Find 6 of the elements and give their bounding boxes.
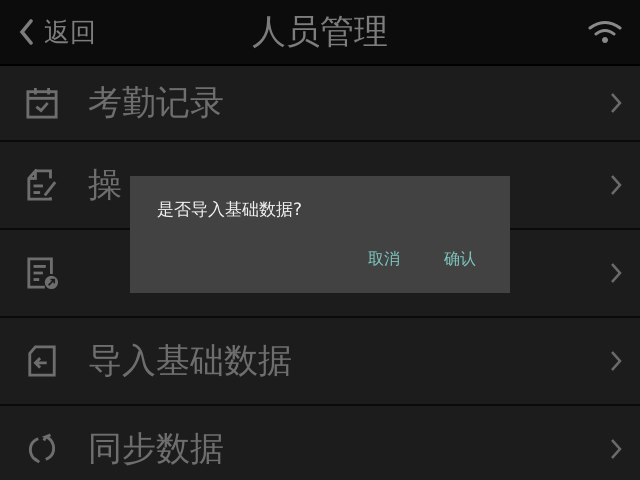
menu-item-label: 同步数据 (88, 428, 224, 471)
menu-item-label: 导入基础数据 (88, 340, 292, 383)
page-title: 人员管理 (252, 11, 388, 54)
dialog-message: 是否导入基础数据? (157, 199, 304, 221)
menu-item-label: 操 (88, 164, 122, 207)
menu-item-label: 考勤记录 (88, 82, 224, 125)
